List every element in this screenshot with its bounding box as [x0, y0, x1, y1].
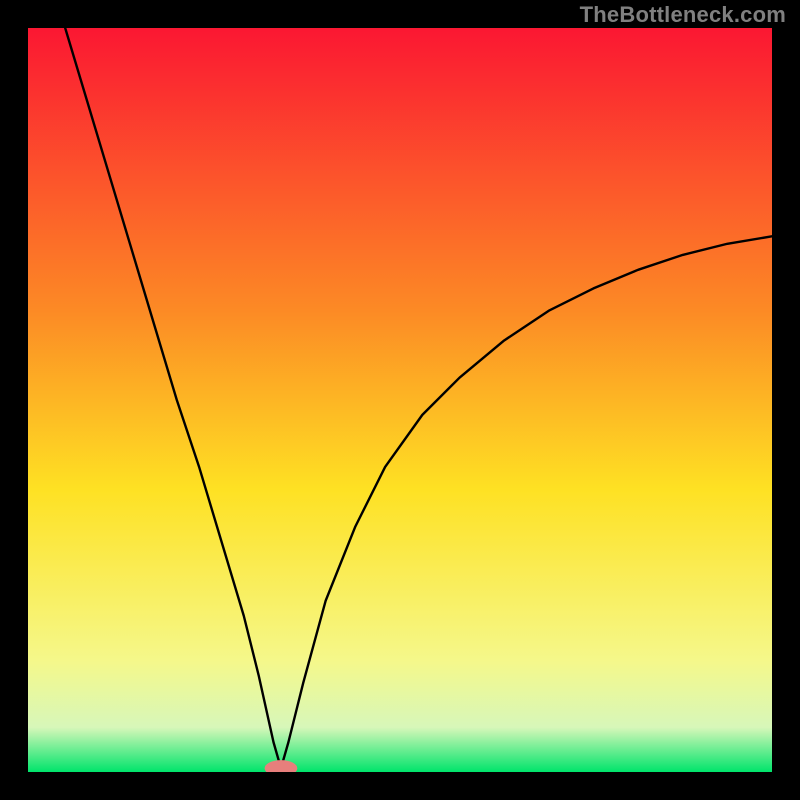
- watermark-text: TheBottleneck.com: [580, 2, 786, 28]
- plot-area: [28, 28, 772, 772]
- chart-frame: TheBottleneck.com: [0, 0, 800, 800]
- gradient-background: [28, 28, 772, 772]
- chart-svg: [28, 28, 772, 772]
